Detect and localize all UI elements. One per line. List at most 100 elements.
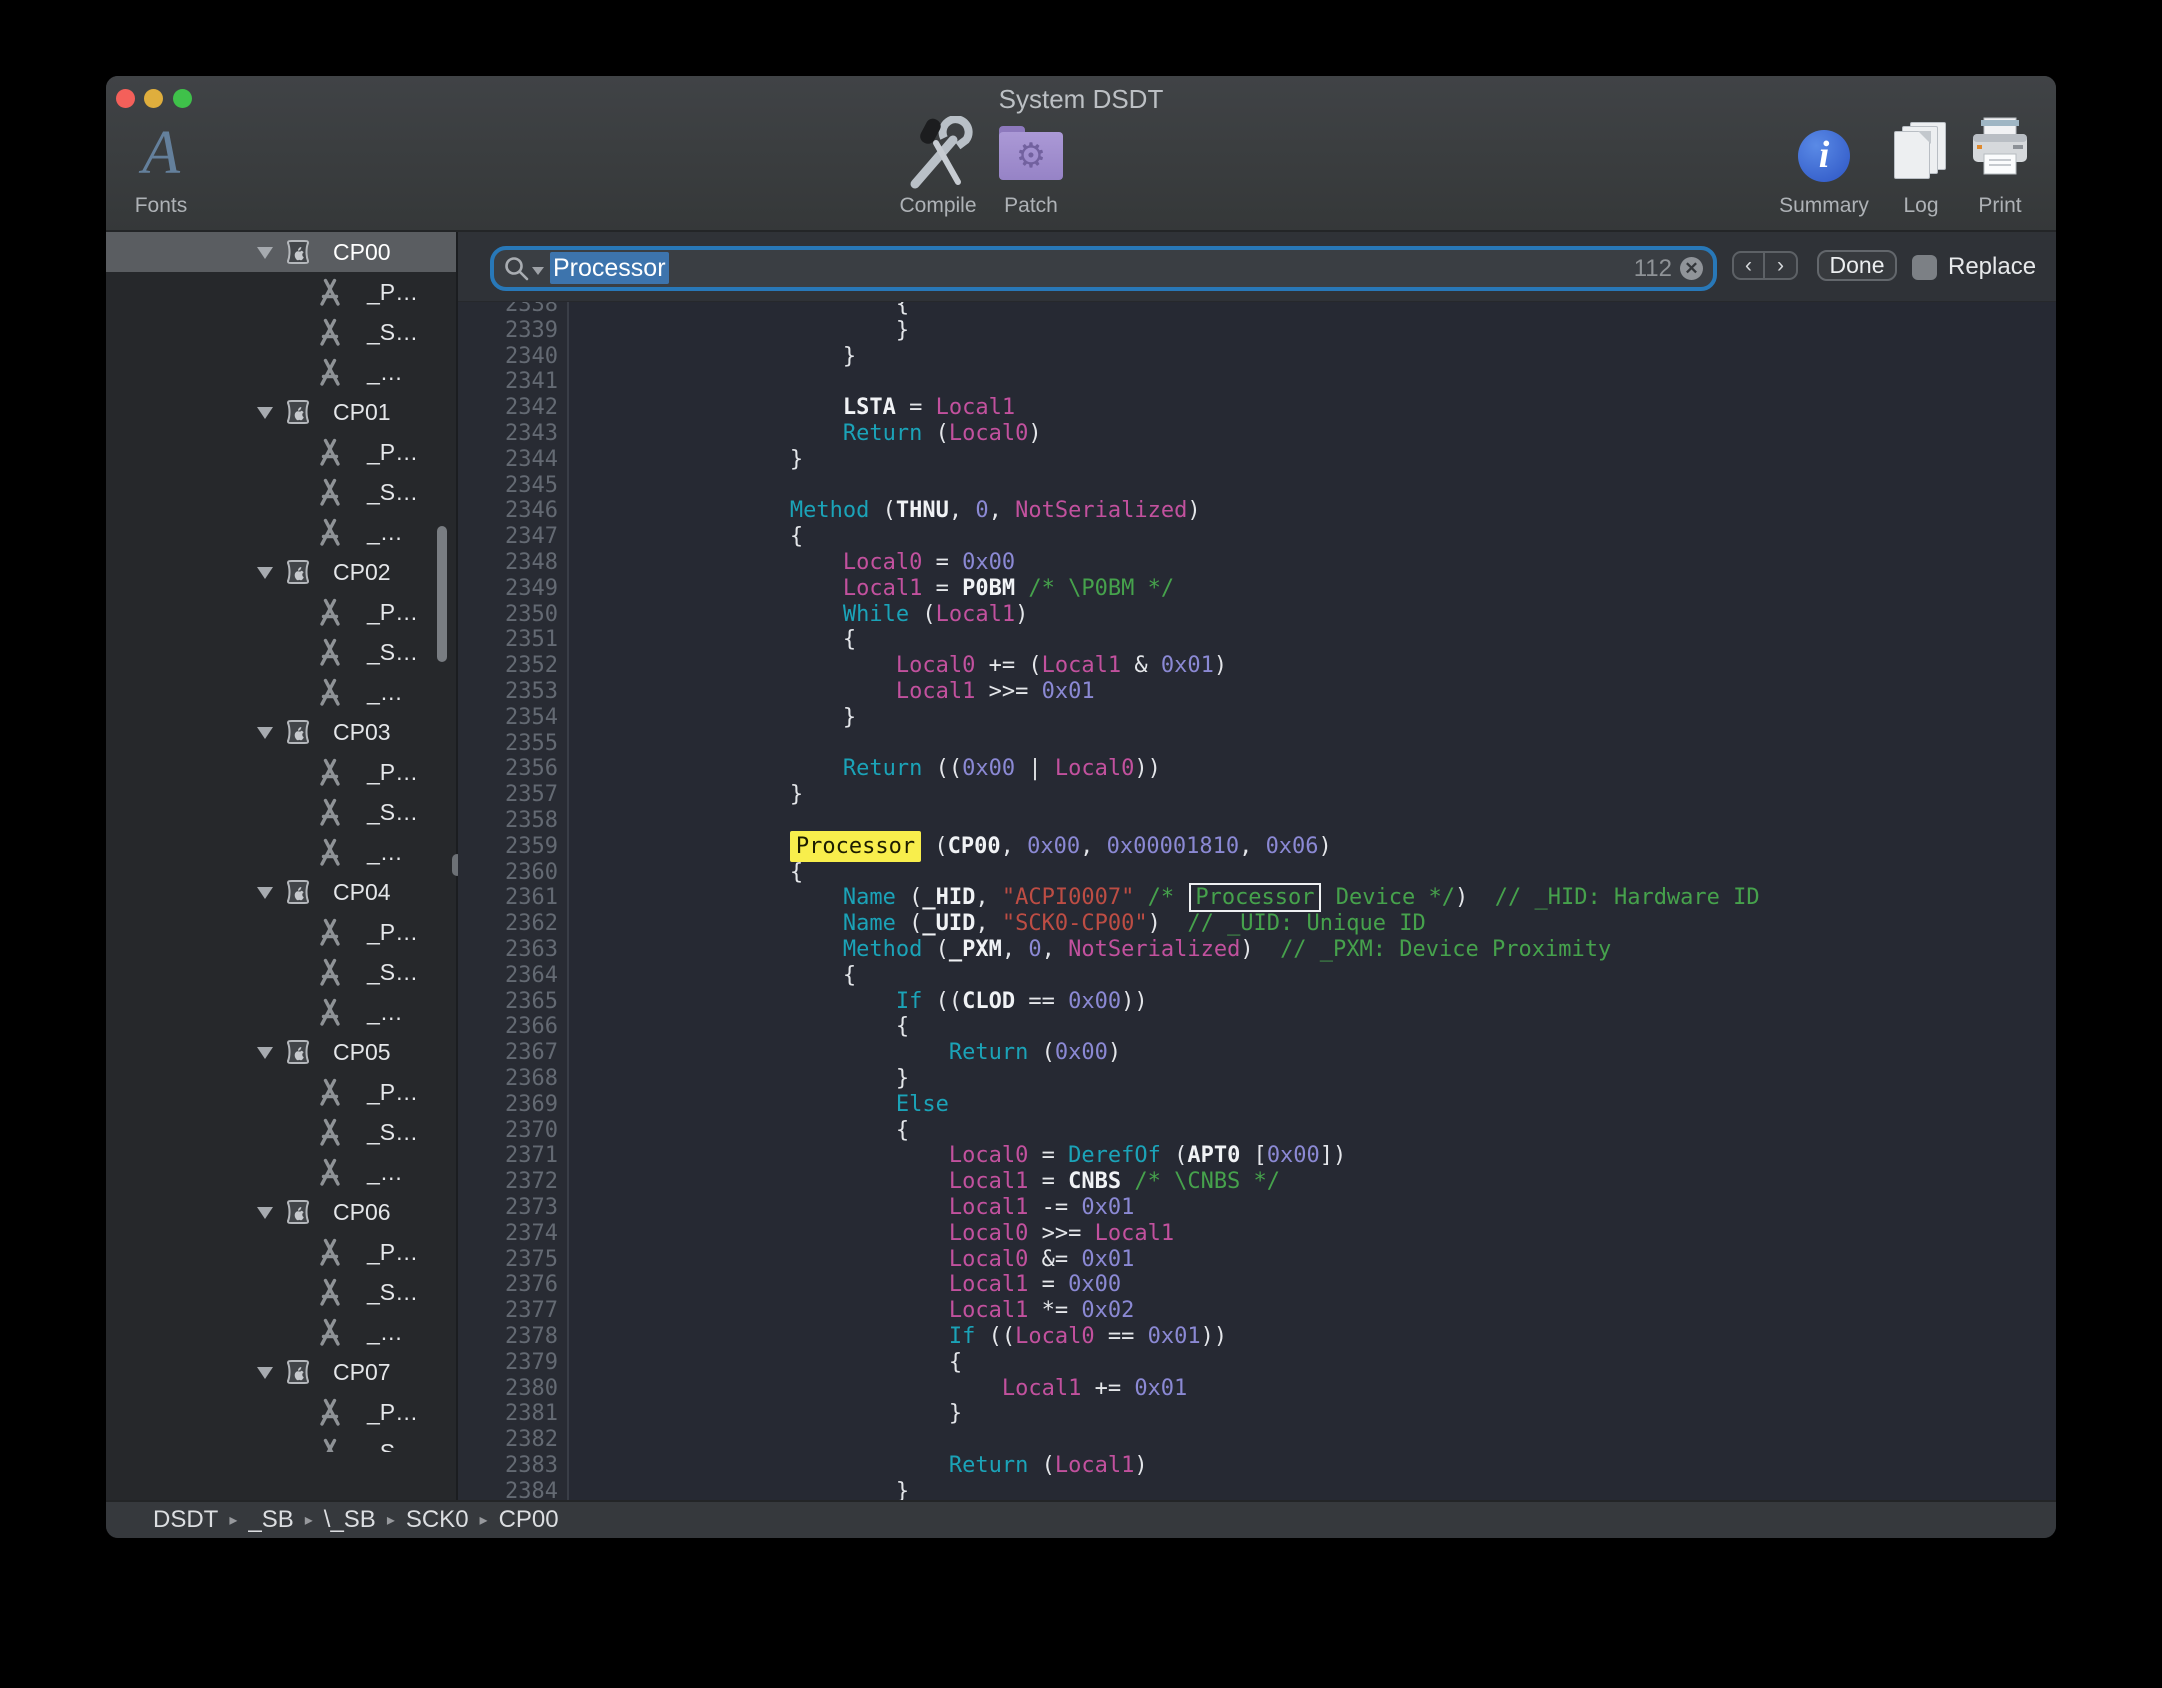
disclosure-triangle-icon[interactable] [257,1207,273,1219]
code-line[interactable]: } [578,1479,909,1500]
tree-group-cp06[interactable]: CP06 [106,1192,456,1232]
code-line[interactable]: Local1 = 0x00 [578,1272,1121,1298]
clear-search-button[interactable]: ✕ [1680,257,1703,280]
code-line[interactable]: { [578,524,803,550]
code-line[interactable]: Local0 >>= Local1 [578,1221,1174,1247]
code-line[interactable]: Method (THNU, 0, NotSerialized) [578,498,1201,524]
print-button[interactable] [1940,116,2056,185]
code-line[interactable]: Local1 -= 0x01 [578,1195,1134,1221]
code-line[interactable]: Local1 += 0x01 [578,1376,1187,1402]
disclosure-triangle-icon[interactable] [257,1047,273,1059]
code-line[interactable]: While (Local1) [578,602,1028,628]
breadcrumb-item-_sb[interactable]: \_SB [324,1506,376,1534]
code-line[interactable]: Local0 += (Local1 & 0x01) [578,653,1227,679]
code-line[interactable]: { [578,860,803,886]
patch-button[interactable]: ⚙ [971,116,1091,182]
breadcrumb-item-sck0[interactable]: SCK0 [406,1506,469,1534]
code-line[interactable]: Local0 = 0x00 [578,550,1015,576]
code-line[interactable]: Local1 = P0BM /* \P0BM */ [578,576,1174,602]
done-button[interactable]: Done [1817,250,1897,281]
tree-item[interactable]: _S… [106,632,456,672]
tree-group-cp01[interactable]: CP01 [106,392,456,432]
tree-item[interactable]: _P… [106,752,456,792]
code-line[interactable]: Local1 *= 0x02 [578,1298,1134,1324]
tree-item[interactable]: _P… [106,1072,456,1112]
code-line[interactable]: If ((CLOD == 0x00)) [578,989,1148,1015]
tree-item[interactable]: _S… [106,472,456,512]
tree-item[interactable]: _P… [106,432,456,472]
search-field[interactable]: Processor 112 ✕ [490,246,1717,291]
breadcrumb-item-_sb[interactable]: _SB [248,1506,293,1534]
breadcrumb-item-dsdt[interactable]: DSDT [153,1506,218,1534]
disclosure-triangle-icon[interactable] [257,1367,273,1379]
search-options-chevron-icon[interactable] [532,267,544,275]
compile-tools-icon [903,116,973,192]
code-line[interactable]: } [578,705,856,731]
tree-group-cp04[interactable]: CP04 [106,872,456,912]
tree-group-cp05[interactable]: CP05 [106,1032,456,1072]
disclosure-triangle-icon[interactable] [257,567,273,579]
code-line[interactable]: Return (Local0) [578,421,1042,447]
tree-item[interactable]: _S… [106,1272,456,1312]
tree-item[interactable]: _… [106,832,456,872]
disclosure-triangle-icon[interactable] [257,407,273,419]
code-line[interactable]: } [578,344,856,370]
tree-group-cp07[interactable]: CP07 [106,1352,456,1392]
code-line[interactable]: } [578,447,803,473]
tree-item[interactable]: _S… [106,1112,456,1152]
tree-item[interactable]: _S… [106,952,456,992]
tree-item[interactable]: _… [106,672,456,712]
tree-group-cp03[interactable]: CP03 [106,712,456,752]
code-line[interactable]: } [578,318,909,344]
tree-item[interactable]: _S… [106,1432,456,1452]
code-line[interactable]: Method (_PXM, 0, NotSerialized) // _PXM:… [578,937,1611,963]
tree-item[interactable]: _S… [106,312,456,352]
disclosure-triangle-icon[interactable] [257,727,273,739]
code-line[interactable]: Local0 &= 0x01 [578,1247,1134,1273]
code-line[interactable]: Return (0x00) [578,1040,1121,1066]
find-previous-button[interactable]: ‹ [1734,253,1765,278]
code-line[interactable]: Return (Local1) [578,1453,1148,1479]
disclosure-triangle-icon[interactable] [257,887,273,899]
sidebar-scrollbar-thumb[interactable] [437,526,447,662]
tree-item[interactable]: _… [106,352,456,392]
code-line[interactable]: Else [578,1092,949,1118]
code-line[interactable]: Name (_HID, "ACPI0007" /* Processor Devi… [578,885,1760,911]
tree-item[interactable]: _… [106,1312,456,1352]
code-line[interactable]: { [578,627,856,653]
code-line[interactable]: If ((Local0 == 0x01)) [578,1324,1227,1350]
tree-item[interactable]: _P… [106,592,456,632]
fonts-button[interactable]: A [106,116,221,190]
tree-item[interactable]: _… [106,1152,456,1192]
code-line[interactable]: LSTA = Local1 [578,395,1015,421]
tree-item[interactable]: _P… [106,272,456,312]
find-next-button[interactable]: › [1765,253,1796,278]
code-line[interactable]: { [578,1014,909,1040]
code-line[interactable]: Local1 >>= 0x01 [578,679,1095,705]
tree-item[interactable]: _S… [106,792,456,832]
tree-item[interactable]: _… [106,512,456,552]
replace-label: Replace [1948,232,2036,302]
tree-item[interactable]: _P… [106,1392,456,1432]
code-line[interactable]: { [578,1118,909,1144]
breadcrumb-item-cp00[interactable]: CP00 [499,1506,559,1534]
code-line[interactable]: Local0 = DerefOf (APT0 [0x00]) [578,1143,1346,1169]
code-line[interactable]: { [578,963,856,989]
tree-item[interactable]: _P… [106,912,456,952]
code-line[interactable]: Return ((0x00 | Local0)) [578,756,1161,782]
code-line[interactable]: Local1 = CNBS /* \CNBS */ [578,1169,1280,1195]
code-line[interactable]: Name (_UID, "SCK0-CP00") // _UID: Unique… [578,911,1426,937]
search-query[interactable]: Processor [550,254,669,283]
tree-item[interactable]: _… [106,992,456,1032]
code-line[interactable]: } [578,1401,962,1427]
code-editor[interactable]: 2338 {2339 }2340 }23412342 LSTA = Local1… [458,232,2056,1500]
code-line[interactable]: { [578,1350,962,1376]
replace-checkbox[interactable] [1912,255,1937,280]
tree-item[interactable]: _P… [106,1232,456,1272]
tree-group-cp02[interactable]: CP02 [106,552,456,592]
code-line[interactable]: Processor (CP00, 0x00, 0x00001810, 0x06) [578,834,1332,860]
disclosure-triangle-icon[interactable] [257,247,273,259]
code-line[interactable]: } [578,1066,909,1092]
tree-group-cp00[interactable]: CP00 [106,232,456,272]
code-line[interactable]: } [578,782,803,808]
